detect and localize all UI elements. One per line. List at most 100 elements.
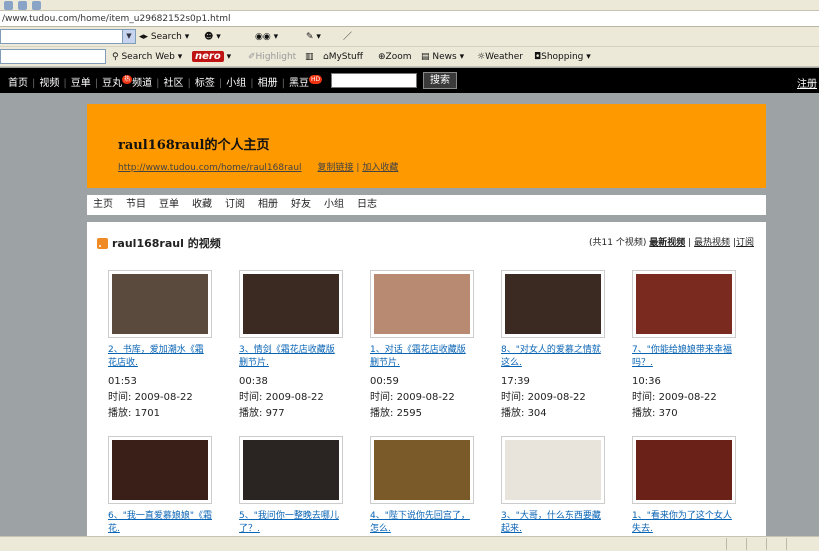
video-thumbnail-image [505,440,601,500]
highlight-button[interactable]: ✐Highlight [248,50,296,64]
profile-subnav: 主页 节目 豆单 收藏 订阅 相册 好友 小组 日志 [87,195,766,215]
bookmark-icon[interactable]: ▥ [305,50,314,64]
video-title-link[interactable]: 3、情剑《霜花店收藏版删节片. [239,344,343,370]
subscribe-link[interactable]: 订阅 [736,238,754,248]
status-cell [786,538,804,550]
video-thumbnail[interactable] [108,270,212,338]
refresh-icon[interactable] [32,1,41,10]
window-title-strip [0,0,819,11]
subnav-friends[interactable]: 好友 [291,199,311,210]
video-thumbnail[interactable] [632,436,736,504]
nav-heidou[interactable]: 黑豆 [289,78,309,89]
subnav-playlists[interactable]: 豆单 [159,199,179,210]
nero-logo: nero [192,51,224,62]
video-plays: 播放: 304 [501,408,547,419]
search-web-button[interactable]: ⚲ Search Web ▾ [112,50,182,64]
video-date: 时间: 2009-08-22 [239,392,324,403]
nav-channel[interactable]: 频道 [132,78,152,89]
site-search-button[interactable]: 搜索 [423,72,457,89]
copy-link-button[interactable]: 复制链接 [318,163,354,173]
shopping-button[interactable]: ◘Shopping ▾ [534,50,591,64]
nav-groups[interactable]: 小组 [226,78,246,89]
cursor-icon[interactable]: ✎ ▾ [306,30,321,44]
toolbar-row-2: ⚲ Search Web ▾ nero ▾ ✐Highlight ▥ ⌂MySt… [0,47,819,67]
sort-newest-link[interactable]: 最新视频 [649,238,685,248]
video-title-link[interactable]: 1、对话《霜花店收藏版删节片. [370,344,474,370]
video-title-link[interactable]: 1、"看来你为了这个女人失去. [632,510,736,536]
video-thumbnail[interactable] [370,436,474,504]
video-thumbnail-image [374,440,470,500]
video-card: 1、对话《霜花店收藏版删节片. 00:59 时间: 2009-08-22 播放:… [370,270,474,422]
hot-badge: 热 [122,75,133,84]
nero-button[interactable]: nero ▾ [192,50,231,64]
video-title-link[interactable]: 7、"你能给娘娘带来幸福吗？. [632,344,736,370]
videos-heading: raul168raul 的视频 [97,235,221,251]
weather-button[interactable]: ☼Weather [477,50,523,64]
nav-tags[interactable]: 标签 [195,78,215,89]
arrows-icon: ◂▸ [139,32,149,42]
weather-icon: ☼ [477,52,486,62]
magnifier-icon: ⊕ [378,52,386,62]
add-favorite-button[interactable]: 加入收藏 [362,163,398,173]
status-bar [0,536,819,551]
nav-community[interactable]: 社区 [164,78,184,89]
video-thumbnail[interactable] [501,270,605,338]
video-duration: 00:38 [239,376,268,387]
address-bar[interactable]: /www.tudou.com/home/item_u29682152s0p1.h… [0,11,819,27]
smiley-icon[interactable]: ☻ ▾ [204,30,221,44]
video-duration: 01:53 [108,376,137,387]
video-thumbnail[interactable] [239,270,343,338]
video-thumbnail[interactable] [501,436,605,504]
subnav-subscriptions[interactable]: 订阅 [225,199,245,210]
toolbar-combo-box[interactable]: ▼ [0,29,136,44]
news-button[interactable]: ▤ News ▾ [421,50,464,64]
video-title-link[interactable]: 2、书库，爱加潮水《霜花店收. [108,344,212,370]
video-card: 2、书库，爱加潮水《霜花店收. 01:53 时间: 2009-08-22 播放:… [108,270,212,422]
eyes-icon[interactable]: ◉◉ ▾ [255,30,278,44]
nav-playlist[interactable]: 豆单 [71,78,91,89]
back-icon[interactable] [4,1,13,10]
pencil-icon[interactable]: ／ [343,30,352,44]
subnav-home[interactable]: 主页 [93,199,113,210]
subnav-groups[interactable]: 小组 [324,199,344,210]
sort-hottest-link[interactable]: 最热视频 [694,238,730,248]
video-card: 5、"我问你一整晚去哪儿了？. [239,436,343,536]
subnav-programs[interactable]: 节目 [126,199,146,210]
video-sort-tools: (共11 个视频) 最新视频 | 最热视频 |订阅 [589,238,754,248]
subnav-blog[interactable]: 日志 [357,199,377,210]
rss-icon[interactable] [97,238,108,249]
nav-home[interactable]: 首页 [8,78,28,89]
video-duration: 17:39 [501,376,530,387]
video-duration: 10:36 [632,376,661,387]
mystuff-button[interactable]: ⌂MyStuff [323,50,363,64]
video-title-link[interactable]: 3、"大哥，什么东西要藏起来. [501,510,605,536]
highlighter-icon: ✐ [248,52,256,62]
toolbar-search[interactable]: ◂▸ Search ▾ [139,30,189,44]
video-thumbnail[interactable] [108,436,212,504]
video-plays: 播放: 2595 [370,408,423,419]
subnav-albums[interactable]: 相册 [258,199,278,210]
video-title-link[interactable]: 8、"对女人的爱慕之情就这么. [501,344,605,370]
chevron-down-icon[interactable]: ▼ [122,30,135,43]
video-title-link[interactable]: 6、"我一直爱慕娘娘"《霜花. [108,510,212,536]
register-link[interactable]: 注册 [797,75,817,90]
video-thumbnail[interactable] [239,436,343,504]
video-thumbnail-image [112,440,208,500]
video-thumbnail[interactable] [370,270,474,338]
site-search-input[interactable] [331,73,417,88]
profile-url-row: http://www.tudou.com/home/raul168raul 复制链… [118,163,399,173]
forward-icon[interactable] [18,1,27,10]
zoom-button[interactable]: ⊕Zoom [378,50,412,64]
nav-video[interactable]: 视频 [39,78,59,89]
video-thumbnail[interactable] [632,270,736,338]
video-thumbnail-image [636,274,732,334]
toolbar-search-box[interactable] [0,49,106,64]
profile-url-link[interactable]: http://www.tudou.com/home/raul168raul [118,163,302,173]
nav-douwan[interactable]: 豆丸 [102,78,122,89]
video-thumbnail-image [505,274,601,334]
subnav-favorites[interactable]: 收藏 [192,199,212,210]
video-title-link[interactable]: 5、"我问你一整晚去哪儿了？. [239,510,343,536]
video-plays: 播放: 977 [239,408,285,419]
nav-albums[interactable]: 相册 [258,78,278,89]
video-title-link[interactable]: 4、"陛下说你先回宫了，怎么. [370,510,474,536]
